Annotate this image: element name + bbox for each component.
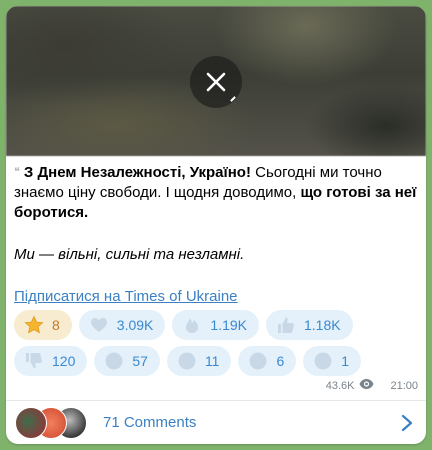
comments-button[interactable]: 71 Comments bbox=[6, 401, 426, 444]
reaction-icon bbox=[104, 351, 124, 371]
close-icon bbox=[206, 72, 226, 92]
reaction-count: 8 bbox=[52, 317, 60, 333]
chevron-right-icon bbox=[396, 412, 418, 434]
reaction-count: 57 bbox=[132, 353, 148, 369]
reaction-custom[interactable]: 11 bbox=[166, 346, 232, 376]
reaction-custom[interactable]: 1 bbox=[303, 346, 362, 376]
reaction-count: 1.18K bbox=[303, 317, 341, 333]
reaction-count: 11 bbox=[204, 353, 220, 369]
reaction-count: 6 bbox=[276, 353, 285, 369]
post-text-headline: З Днем Незалежності, Україно! bbox=[23, 164, 251, 181]
thumbs-down-icon bbox=[24, 351, 44, 371]
eye-icon bbox=[359, 378, 374, 393]
reactions-bar: 8 3.09K 1.19K 1.18K 120 57 11 6 1 bbox=[14, 310, 424, 382]
view-count: 43.6K bbox=[325, 379, 355, 392]
reaction-icon bbox=[313, 351, 333, 371]
reaction-custom[interactable]: 57 bbox=[94, 346, 160, 376]
cancel-download-button[interactable] bbox=[190, 56, 242, 108]
reactions-row: 8 3.09K 1.19K 1.18K bbox=[14, 310, 424, 340]
star-icon bbox=[24, 315, 44, 335]
reaction-count: 3.09K bbox=[116, 317, 154, 333]
heart-icon bbox=[89, 315, 109, 335]
post-text-motto: Ми — вільні, сильні та незламні. bbox=[14, 246, 245, 263]
reaction-icon bbox=[177, 351, 197, 371]
forward-quote-icon: ❝ bbox=[14, 166, 20, 178]
reaction-count: 1 bbox=[341, 353, 350, 369]
channel-post-bubble: ❝ З Днем Незалежності, Україно! Сьогодні … bbox=[6, 6, 426, 444]
avatar bbox=[15, 406, 47, 439]
reaction-custom[interactable]: 6 bbox=[238, 346, 297, 376]
reaction-star[interactable]: 8 bbox=[14, 310, 72, 340]
reaction-count: 1.19K bbox=[210, 317, 247, 333]
reaction-thumbs-up[interactable]: 1.18K bbox=[265, 310, 353, 340]
reaction-count: 120 bbox=[52, 353, 76, 369]
reaction-fire[interactable]: 1.19K bbox=[172, 310, 259, 340]
post-text: ❝ З Днем Незалежності, Україно! Сьогодні … bbox=[14, 162, 418, 307]
subscribe-link[interactable]: Підписатися на Times of Ukraine bbox=[14, 288, 238, 305]
commenter-avatars bbox=[15, 406, 95, 439]
reactions-row: 120 57 11 6 1 bbox=[14, 346, 424, 376]
post-meta: 43.6K 21:00 bbox=[326, 378, 418, 393]
post-time: 21:00 bbox=[390, 379, 418, 392]
fire-icon bbox=[182, 315, 202, 335]
reaction-heart[interactable]: 3.09K bbox=[78, 310, 166, 340]
thumbs-up-icon bbox=[276, 315, 296, 335]
reaction-thumbs-down[interactable]: 120 bbox=[14, 346, 88, 376]
reaction-icon bbox=[248, 351, 268, 371]
comments-label: 71 Comments bbox=[103, 414, 197, 431]
